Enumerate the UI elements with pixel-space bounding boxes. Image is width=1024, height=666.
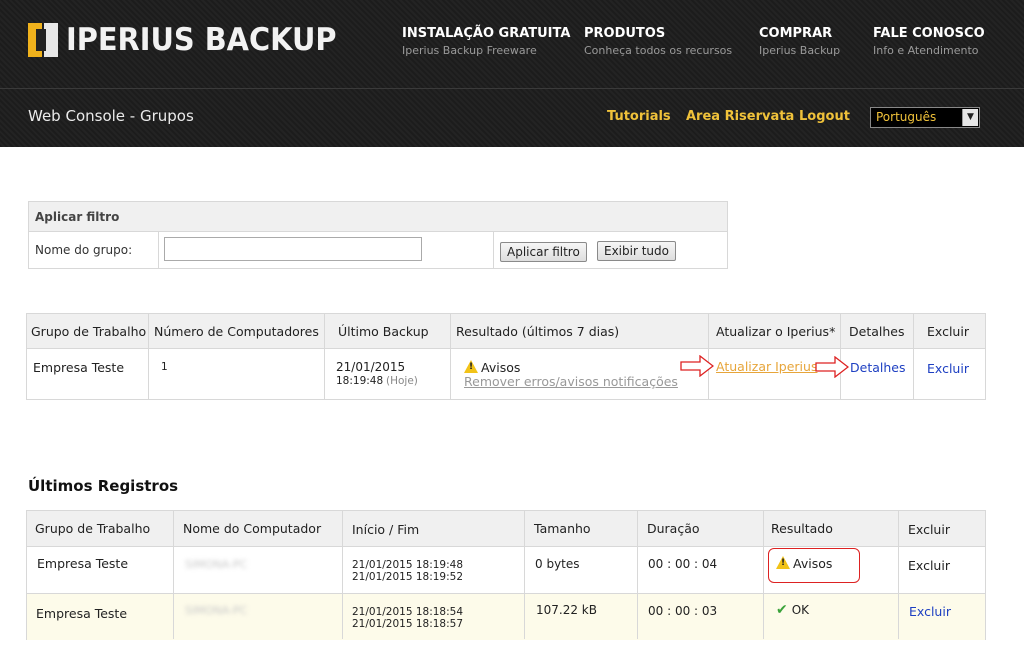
log-duration-cell: 00 : 00 : 03: [648, 604, 718, 618]
col-header-last-backup: Último Backup: [338, 324, 429, 339]
filter-header-label: Aplicar filtro: [35, 210, 120, 224]
remove-notifications-link[interactable]: Remover erros/avisos notificações: [464, 374, 678, 389]
topnav-subtitle: Conheça todos os recursos: [584, 44, 733, 57]
topnav-subtitle: Iperius Backup Freeware: [402, 44, 537, 57]
col-header-size: Tamanho: [534, 521, 591, 536]
header-top: IPERIUS BACKUP INSTALAÇÃO GRATUITA Iperi…: [0, 0, 1024, 89]
language-select-value: Português: [876, 110, 937, 124]
reserved-area-link[interactable]: Area Riservata: [686, 109, 794, 124]
check-icon: ✔: [776, 602, 788, 618]
result-text: Avisos: [481, 360, 521, 375]
col-header-delete: Excluir: [908, 522, 950, 537]
topnav-title: INSTALAÇÃO GRATUITA: [402, 26, 571, 41]
col-header-duration: Duração: [647, 521, 700, 536]
update-iperius-link[interactable]: Atualizar Iperius: [716, 359, 817, 374]
col-header-start-end: Início / Fim: [352, 522, 420, 537]
log-end-cell: 21/01/2015 18:19:52: [352, 571, 464, 583]
delete-group-link[interactable]: Excluir: [927, 361, 969, 376]
group-name-label: Nome do grupo:: [35, 243, 133, 257]
language-select[interactable]: Português ▼: [870, 107, 980, 128]
last-backup-when: (Hoje): [386, 375, 418, 387]
result-cell: Avisos: [464, 360, 520, 375]
highlight-box: [768, 548, 860, 583]
topnav-title: FALE CONOSCO: [873, 26, 985, 41]
topnav-item-buy[interactable]: COMPRAR Iperius Backup: [759, 26, 840, 57]
topnav-subtitle: Iperius Backup: [759, 44, 841, 57]
log-result-cell: ✔ OK: [776, 602, 809, 618]
log-size-cell: 0 bytes: [535, 557, 580, 571]
topnav-item-contact[interactable]: FALE CONOSCO Info e Atendimento: [873, 26, 985, 57]
col-header-result: Resultado: [771, 521, 833, 536]
topnav-item-free-install[interactable]: INSTALAÇÃO GRATUITA Iperius Backup Freew…: [402, 26, 570, 57]
arrow-right-icon: [815, 356, 849, 378]
filter-header: Aplicar filtro: [29, 202, 727, 232]
log-result-text: OK: [791, 603, 810, 617]
last-backup-date: 21/01/2015: [336, 360, 406, 374]
col-header-result: Resultado (últimos 7 dias): [456, 324, 620, 339]
chevron-down-icon[interactable]: ▼: [962, 109, 978, 126]
group-name-cell: Empresa Teste: [33, 360, 125, 375]
log-size-cell: 107.22 kB: [536, 603, 597, 617]
log-end-cell: 21/01/2015 18:18:57: [352, 618, 464, 630]
group-name-input[interactable]: [164, 237, 422, 261]
arrow-right-icon: [680, 355, 714, 377]
apply-filter-button[interactable]: Aplicar filtro: [500, 242, 587, 262]
page-title: Web Console - Grupos: [28, 107, 194, 125]
col-header-group: Grupo de Trabalho: [31, 324, 147, 339]
details-link[interactable]: Detalhes: [850, 360, 905, 375]
log-start-cell: 21/01/2015 18:19:48: [352, 559, 464, 571]
log-group-cell: Empresa Teste: [36, 606, 128, 621]
log-start-cell: 21/01/2015 18:18:54: [352, 606, 464, 618]
topnav-title: PRODUTOS: [584, 26, 666, 41]
computers-count-cell: 1: [161, 361, 168, 373]
warning-icon: [464, 360, 478, 373]
logout-link[interactable]: Logout: [799, 109, 850, 124]
logs-table-header: [27, 511, 985, 547]
filter-panel: Aplicar filtro Nome do grupo: Aplicar fi…: [28, 201, 728, 269]
brand-name: IPERIUS BACKUP: [66, 22, 337, 58]
log-group-cell: Empresa Teste: [37, 556, 129, 571]
col-header-update: Atualizar o Iperius*: [716, 324, 836, 339]
log-delete-link[interactable]: Excluir: [909, 604, 951, 619]
col-header-computers: Número de Computadores: [154, 324, 319, 339]
last-backup-time: 18:19:48: [336, 375, 384, 387]
table-row: [27, 593, 985, 640]
iperius-logo-icon: [28, 23, 58, 57]
logs-title: Últimos Registros: [28, 477, 179, 495]
log-computer-cell: SIMONA-PC: [185, 558, 248, 571]
tutorials-link[interactable]: Tutorials: [607, 109, 671, 124]
log-delete-link[interactable]: Excluir: [908, 558, 950, 573]
show-all-button[interactable]: Exibir tudo: [597, 241, 676, 261]
site-header: IPERIUS BACKUP INSTALAÇÃO GRATUITA Iperi…: [0, 0, 1024, 147]
col-header-delete: Excluir: [927, 324, 969, 339]
topnav-item-products[interactable]: PRODUTOS Conheça todos os recursos: [584, 26, 732, 57]
topnav-subtitle: Info e Atendimento: [873, 44, 979, 57]
col-header-computer: Nome do Computador: [183, 521, 322, 536]
brand-logo[interactable]: IPERIUS BACKUP: [28, 22, 357, 58]
col-header-group: Grupo de Trabalho: [35, 521, 151, 536]
log-computer-cell: SIMONA-PC: [185, 604, 248, 617]
topnav-title: COMPRAR: [759, 26, 833, 41]
col-header-details: Detalhes: [849, 324, 905, 339]
log-duration-cell: 00 : 00 : 04: [648, 557, 718, 571]
